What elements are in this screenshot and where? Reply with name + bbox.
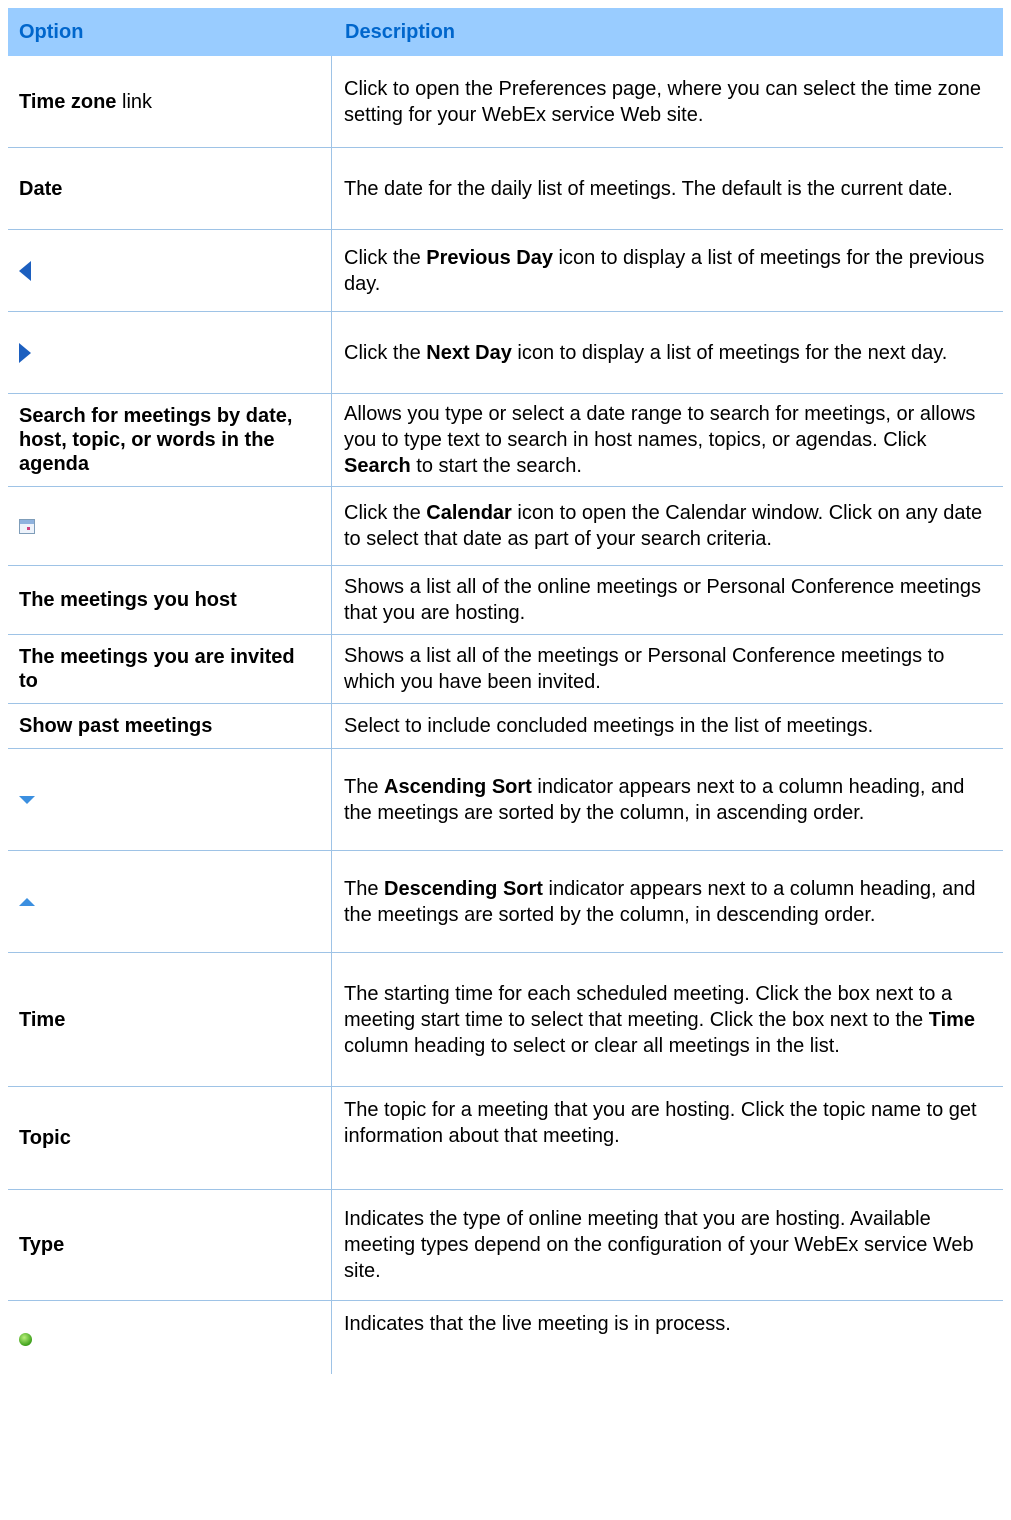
table-row: Click the Previous Day icon to display a… bbox=[8, 230, 1003, 312]
description-cell: The Ascending Sort indicator appears nex… bbox=[344, 775, 965, 824]
option-cell bbox=[8, 851, 332, 952]
description-cell: The date for the daily list of meetings.… bbox=[344, 177, 953, 200]
description-cell: The starting time for each scheduled mee… bbox=[344, 982, 976, 1057]
table-row: Search for meetings by date, host, topic… bbox=[8, 394, 1003, 487]
option-cell: The meetings you host bbox=[8, 566, 332, 634]
description-cell: Select to include concluded meetings in … bbox=[344, 715, 874, 737]
description-cell: Click the Next Day icon to display a lis… bbox=[344, 341, 948, 364]
table-row: The meetings you host Shows a list all o… bbox=[8, 566, 1003, 635]
ascending-sort-icon bbox=[19, 795, 35, 804]
table-row: Click the Calendar icon to open the Cale… bbox=[8, 487, 1003, 566]
descending-sort-icon bbox=[19, 897, 35, 906]
description-cell: The topic for a meeting that you are hos… bbox=[344, 1099, 977, 1147]
description-cell: The Descending Sort indicator appears ne… bbox=[344, 877, 976, 926]
option-cell bbox=[8, 749, 332, 850]
description-cell: Indicates the type of online meeting tha… bbox=[344, 1208, 974, 1282]
options-table: Option Description Time zone link Click … bbox=[8, 8, 1003, 1374]
table-header: Option Description bbox=[8, 8, 1003, 56]
option-cell bbox=[8, 1301, 332, 1374]
table-row: The Descending Sort indicator appears ne… bbox=[8, 851, 1003, 953]
description-cell: Click the Calendar icon to open the Cale… bbox=[344, 502, 983, 550]
table-row: The meetings you are invited to Shows a … bbox=[8, 635, 1003, 704]
option-cell bbox=[8, 487, 332, 565]
option-cell bbox=[8, 312, 332, 393]
previous-day-icon bbox=[19, 260, 31, 281]
description-cell: Allows you type or select a date range t… bbox=[344, 403, 976, 477]
table-row: Time The starting time for each schedule… bbox=[8, 953, 1003, 1087]
table-row: Type Indicates the type of online meetin… bbox=[8, 1190, 1003, 1301]
option-cell: Type bbox=[8, 1190, 332, 1300]
option-cell: The meetings you are invited to bbox=[8, 635, 332, 703]
option-cell: Search for meetings by date, host, topic… bbox=[8, 394, 332, 486]
description-column-header: Description bbox=[345, 21, 456, 43]
table-row: Time zone link Click to open the Prefere… bbox=[8, 56, 1003, 148]
description-cell: Click to open the Preferences page, wher… bbox=[344, 77, 982, 126]
option-cell bbox=[8, 230, 332, 311]
option-cell: Show past meetings bbox=[8, 704, 332, 748]
table-row: Topic The topic for a meeting that you a… bbox=[8, 1087, 1003, 1190]
description-cell: Click the Previous Day icon to display a… bbox=[344, 246, 985, 295]
option-column-header: Option bbox=[19, 21, 84, 43]
table-row: The Ascending Sort indicator appears nex… bbox=[8, 749, 1003, 851]
table-row: Click the Next Day icon to display a lis… bbox=[8, 312, 1003, 394]
table-row: Indicates that the live meeting is in pr… bbox=[8, 1301, 1003, 1374]
description-cell: Shows a list all of the online meetings … bbox=[344, 576, 982, 624]
option-cell: Topic bbox=[8, 1087, 332, 1189]
description-cell: Shows a list all of the meetings or Pers… bbox=[344, 645, 945, 693]
option-cell: Time zone link bbox=[8, 56, 332, 147]
next-day-icon bbox=[19, 342, 31, 363]
calendar-icon bbox=[19, 518, 35, 534]
live-meeting-icon bbox=[19, 1333, 32, 1346]
table-row: Show past meetings Select to include con… bbox=[8, 704, 1003, 749]
option-cell: Time bbox=[8, 953, 332, 1086]
option-cell: Date bbox=[8, 148, 332, 229]
description-cell: Indicates that the live meeting is in pr… bbox=[344, 1313, 731, 1335]
table-row: Date The date for the daily list of meet… bbox=[8, 148, 1003, 230]
